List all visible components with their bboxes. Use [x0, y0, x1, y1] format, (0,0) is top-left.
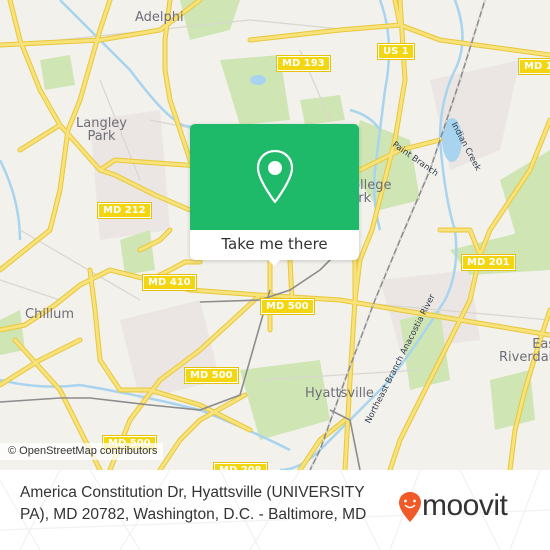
address-text: America Constitution Dr, Hyattsville (UN…	[20, 484, 367, 523]
moovit-wordmark: moovit	[422, 489, 508, 522]
map-pin-icon	[256, 149, 294, 204]
route-shield-md410: MD 410	[142, 274, 197, 291]
take-me-there-button[interactable]: Take me there	[190, 230, 359, 260]
moovit-pin-icon	[399, 492, 421, 522]
route-shield-md500-b: MD 500	[184, 367, 239, 384]
place-label-chillum: Chillum	[25, 307, 75, 322]
route-shield-md193-east: MD 193	[518, 58, 550, 75]
place-label-hyattsville: Hyattsville	[305, 386, 374, 401]
route-shield-md212: MD 212	[97, 202, 152, 219]
popup-pointer	[266, 258, 282, 266]
place-label-adelphi: Adelphi	[135, 10, 184, 25]
footer: America Constitution Dr, Hyattsville (UN…	[0, 470, 550, 550]
map-view[interactable]: Adelphi Langley Park College Park Chillu…	[0, 0, 550, 470]
take-me-there-label: Take me there	[221, 235, 328, 253]
popup-header[interactable]	[190, 124, 359, 230]
route-shield-md208: MD 208	[213, 462, 268, 470]
route-shield-md201: MD 201	[461, 254, 516, 271]
route-shield-us1: US 1	[377, 43, 415, 60]
route-shield-md500-a: MD 500	[260, 298, 315, 315]
place-label-east-riverdale: East Riverdale	[499, 337, 550, 365]
place-label-langley-park: Langley Park	[76, 116, 128, 144]
route-shield-md193: MD 193	[276, 55, 331, 72]
map-attribution[interactable]: © OpenStreetMap contributors	[0, 443, 164, 460]
destination-popup[interactable]: Take me there	[190, 124, 359, 266]
